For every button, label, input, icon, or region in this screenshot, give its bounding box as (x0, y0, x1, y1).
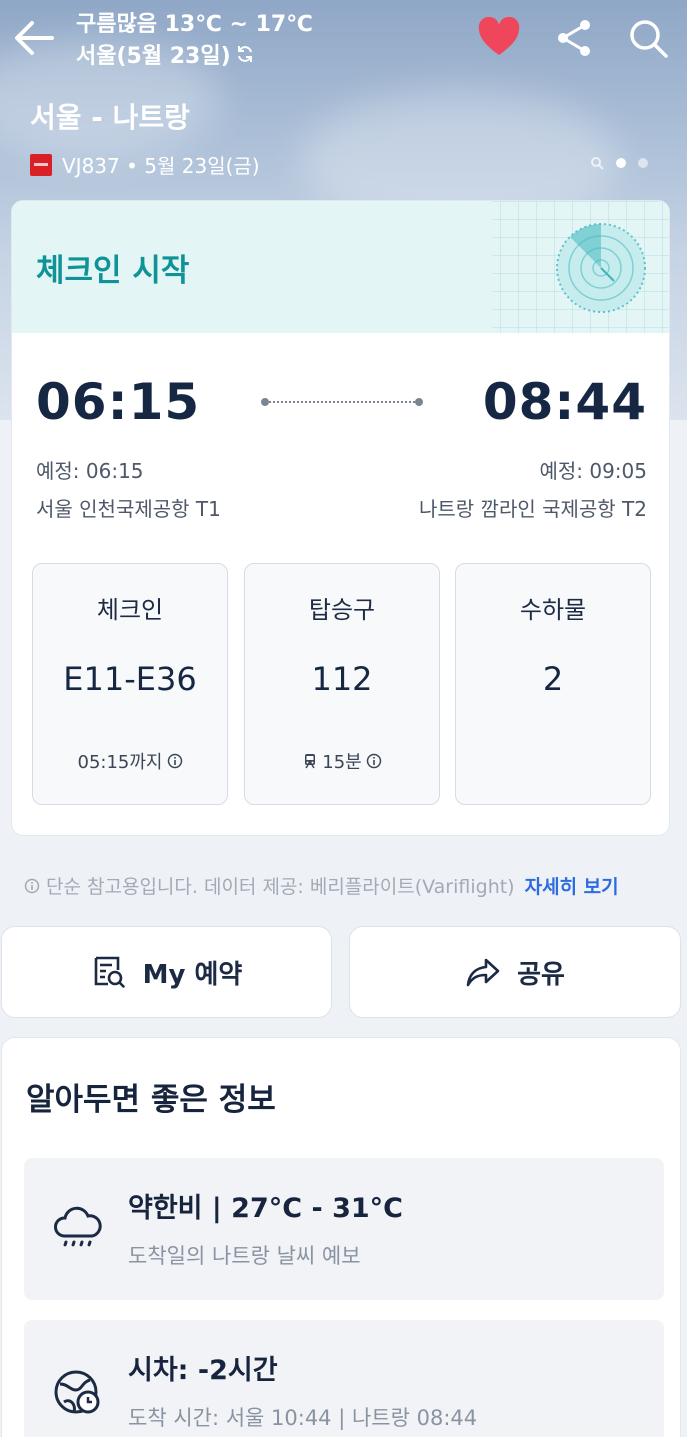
card-header: 체크인 시작 (12, 201, 669, 333)
weather-heading: 약한비 | 27°C - 31°C (128, 1193, 403, 1224)
route-title: 서울 - 나트랑 (30, 101, 190, 134)
baggage-tile[interactable]: 수하물 2 (455, 563, 651, 805)
radar-icon (556, 223, 646, 313)
useful-info-section: 알아두면 좋은 정보 약한비 | 27°C - 31°C 도착일의 나트랑 날씨… (1, 1037, 681, 1437)
time-diff-sub: 도착 시간: 서울 10:44 | 나트랑 08:44 (128, 1406, 478, 1430)
tile-label: 탑승구 (308, 596, 376, 624)
flight-status: 체크인 시작 (36, 253, 190, 289)
weather-summary: 구름많음 13℃ ~ 17℃ (76, 12, 313, 37)
tile-note-text: 15분 (322, 752, 362, 773)
search-page-icon (591, 157, 604, 170)
page-indicator (590, 156, 648, 170)
tile-label: 수하물 (519, 596, 587, 624)
page-dot-active (616, 158, 626, 168)
gate-tile[interactable]: 탑승구 112 15분 (244, 563, 440, 805)
share-arrow-icon (466, 958, 500, 987)
arrival-scheduled: 예정: 09:05 (539, 459, 647, 483)
details-link[interactable]: 자세히 보기 (525, 872, 619, 899)
share-label: 공유 (517, 959, 565, 990)
booking-search-icon (94, 956, 125, 988)
departure-scheduled: 예정: 06:15 (36, 459, 144, 483)
flight-card: 체크인 시작 06:15 08:44 예정: 06:15 예정: 09:05 서… (11, 200, 670, 836)
rain-cloud-icon (54, 1206, 102, 1250)
tile-label: 체크인 (96, 596, 164, 624)
tile-note: 15분 (245, 748, 439, 774)
section-title: 알아두면 좋은 정보 (26, 1082, 276, 1118)
top-bar: 구름많음 13℃ ~ 17℃ 서울(5월 23일) (0, 0, 687, 80)
airline-logo-icon (30, 153, 52, 176)
search-icon[interactable] (624, 14, 672, 62)
page-dot (638, 158, 648, 168)
weather-location[interactable]: 서울(5월 23일) (76, 38, 255, 70)
weather-sub: 도착일의 나트랑 날씨 예보 (128, 1244, 361, 1268)
weather-location-text: 서울(5월 23일) (76, 44, 231, 69)
tile-value: E11-E36 (63, 660, 197, 698)
info-icon[interactable] (167, 753, 183, 769)
share-icon[interactable] (550, 14, 598, 62)
tile-note: 05:15까지 (33, 748, 227, 774)
flight-number-date: VJ837 • 5월 23일(금) (62, 154, 260, 178)
favorite-heart-icon[interactable] (474, 14, 524, 60)
weather-forecast-item[interactable]: 약한비 | 27°C - 31°C 도착일의 나트랑 날씨 예보 (24, 1158, 664, 1300)
data-disclaimer: 단순 참고용입니다. 데이터 제공: 베리플라이트(Variflight) 자세… (24, 872, 619, 899)
flight-info: VJ837 • 5월 23일(금) (30, 150, 260, 179)
route-line (261, 398, 423, 406)
departure-airport: 서울 인천국제공항 T1 (36, 497, 221, 521)
info-icon (24, 878, 40, 893)
arrival-airport: 나트랑 깜라인 국제공항 T2 (418, 497, 647, 521)
checkin-tile[interactable]: 체크인 E11-E36 05:15까지 (32, 563, 228, 805)
time-difference-item[interactable]: 시차: -2시간 도착 시간: 서울 10:44 | 나트랑 08:44 (24, 1320, 664, 1437)
tile-value: 2 (542, 660, 564, 698)
departure-time: 06:15 (36, 373, 201, 431)
refresh-icon[interactable] (235, 44, 255, 64)
my-booking-button[interactable]: My 예약 (1, 926, 332, 1018)
back-icon[interactable] (10, 14, 58, 62)
info-icon[interactable] (366, 753, 382, 769)
tile-note-text: 05:15까지 (77, 752, 163, 773)
tile-value: 112 (311, 660, 373, 698)
disclaimer-text: 단순 참고용입니다. 데이터 제공: 베리플라이트(Variflight) (46, 876, 515, 898)
globe-clock-icon (54, 1370, 100, 1414)
share-button[interactable]: 공유 (349, 926, 681, 1018)
arrival-time: 08:44 (482, 373, 647, 431)
my-booking-label: My 예약 (142, 959, 243, 990)
time-diff-heading: 시차: -2시간 (128, 1355, 278, 1386)
train-icon (305, 754, 316, 769)
